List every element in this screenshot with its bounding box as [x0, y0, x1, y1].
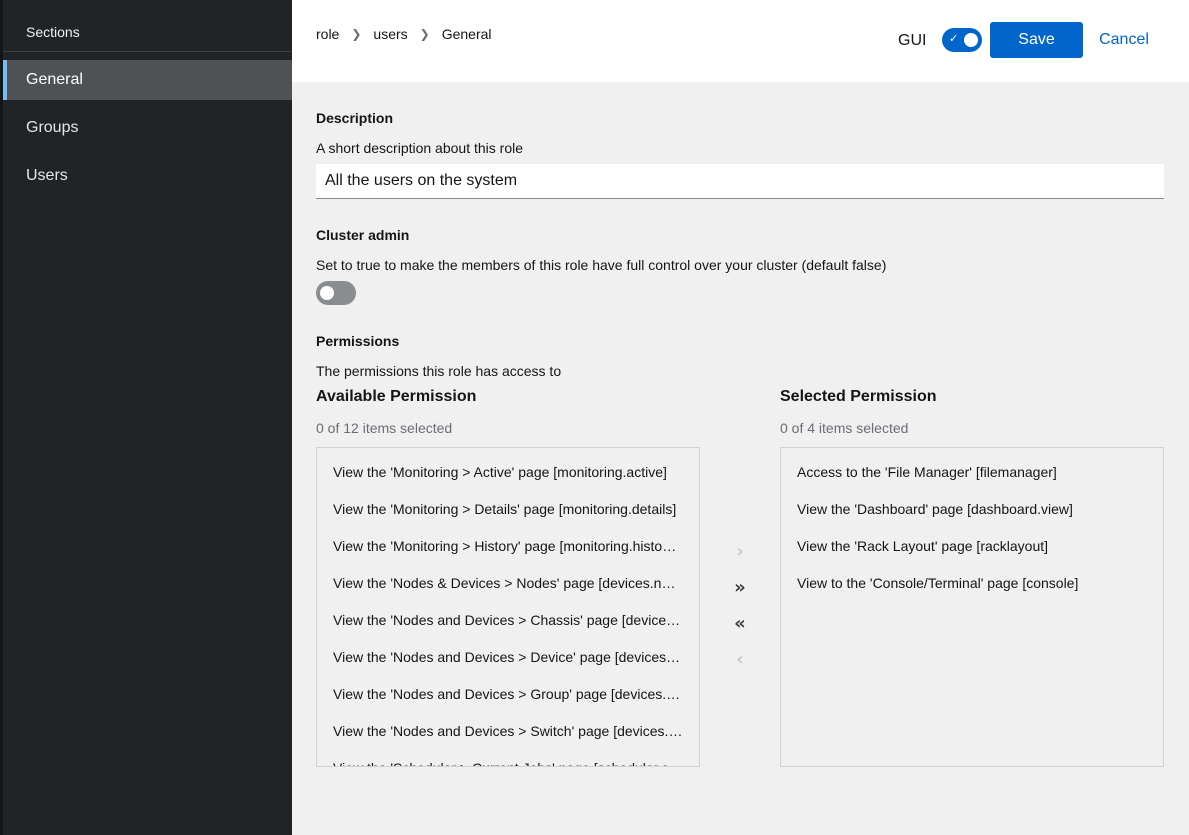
add-all-button[interactable]: »: [726, 574, 754, 602]
list-item[interactable]: View the 'Nodes and Devices > Chassis' p…: [317, 602, 699, 639]
available-list: View the 'Monitoring > Active' page [mon…: [317, 448, 699, 766]
list-item[interactable]: View the 'Monitoring > Details' page [mo…: [317, 491, 699, 528]
sidebar-nav: General Groups Users: [0, 60, 292, 196]
sidebar-item-groups[interactable]: Groups: [0, 108, 292, 148]
breadcrumb-item-current: General: [441, 26, 492, 42]
gui-toggle[interactable]: ✓: [942, 28, 982, 52]
permissions-label: Permissions: [316, 333, 400, 349]
permissions-helper: The permissions this role has access to: [316, 363, 562, 379]
list-item[interactable]: View the 'Nodes and Devices > Device' pa…: [317, 639, 699, 676]
list-item[interactable]: View the 'Scheduler > Current Jobs' page…: [317, 750, 699, 766]
list-item[interactable]: View to the 'Console/Terminal' page [con…: [781, 565, 1163, 602]
cancel-button[interactable]: Cancel: [1092, 22, 1156, 58]
selected-pane-title: Selected Permission: [780, 388, 937, 405]
chevron-right-icon: ❯: [419, 27, 430, 41]
list-item[interactable]: View the 'Monitoring > History' page [mo…: [317, 528, 699, 565]
available-pane-title: Available Permission: [316, 388, 477, 405]
list-item[interactable]: View the 'Monitoring > Active' page [mon…: [317, 454, 699, 491]
sidebar-edge: [0, 0, 3, 835]
list-item[interactable]: Access to the 'File Manager' [filemanage…: [781, 454, 1163, 491]
add-selected-button[interactable]: ›: [726, 538, 754, 566]
breadcrumb-item-role[interactable]: role: [316, 26, 339, 42]
sidebar-heading: Sections: [0, 0, 292, 52]
selected-pane[interactable]: Access to the 'File Manager' [filemanage…: [780, 447, 1164, 767]
list-item[interactable]: View the 'Dashboard' page [dashboard.vie…: [781, 491, 1163, 528]
save-button[interactable]: Save: [990, 22, 1083, 58]
cluster-admin-toggle[interactable]: [316, 281, 356, 305]
toggle-knob: [964, 33, 978, 47]
list-item[interactable]: View the 'Rack Layout' page [racklayout]: [781, 528, 1163, 565]
selected-pane-status: 0 of 4 items selected: [780, 420, 909, 436]
selected-list: Access to the 'File Manager' [filemanage…: [781, 448, 1163, 602]
list-item[interactable]: View the 'Nodes and Devices > Group' pag…: [317, 676, 699, 713]
chevron-right-icon: ❯: [351, 27, 362, 41]
check-icon: ✓: [949, 33, 959, 45]
breadcrumb: role ❯ users ❯ General: [316, 26, 492, 42]
sidebar-item-users[interactable]: Users: [0, 156, 292, 196]
remove-all-button[interactable]: «: [726, 610, 754, 638]
description-label: Description: [316, 110, 394, 126]
page-header: role ❯ users ❯ General GUI ✓ Save Cancel: [292, 0, 1189, 82]
available-pane[interactable]: View the 'Monitoring > Active' page [mon…: [316, 447, 700, 767]
list-item[interactable]: View the 'Nodes & Devices > Nodes' page …: [317, 565, 699, 602]
sidebar: Sections General Groups Users: [0, 0, 292, 835]
remove-selected-button[interactable]: ‹: [726, 646, 754, 674]
list-item[interactable]: View the 'Nodes and Devices > Switch' pa…: [317, 713, 699, 750]
sidebar-item-general[interactable]: General: [0, 60, 292, 100]
description-input[interactable]: [316, 164, 1164, 199]
cluster-admin-label: Cluster admin: [316, 227, 410, 243]
toggle-knob: [320, 286, 334, 300]
breadcrumb-item-users[interactable]: users: [373, 26, 407, 42]
description-helper: A short description about this role: [316, 140, 524, 156]
cluster-admin-helper: Set to true to make the members of this …: [316, 257, 887, 273]
available-pane-status: 0 of 12 items selected: [316, 420, 453, 436]
gui-label: GUI: [898, 32, 927, 49]
